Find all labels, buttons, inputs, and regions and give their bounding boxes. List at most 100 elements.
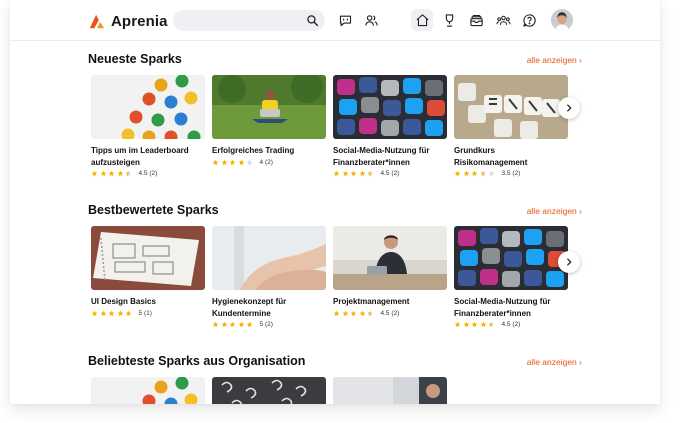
star-full-icon: [221, 159, 228, 166]
star-empty-icon: [246, 159, 253, 166]
card-thumbnail: [454, 226, 568, 290]
search-input[interactable]: [173, 10, 325, 31]
section-bestbewertete-sparks: Bestbewertete Sparks alle anzeigen › UI …: [88, 203, 582, 343]
chevron-right-icon: [567, 258, 572, 266]
star-full-icon: [480, 321, 487, 328]
section-title: Beliebteste Sparks aus Organisation: [88, 354, 306, 368]
card-thumbnail: [91, 377, 205, 404]
app-name: Aprenia: [111, 12, 168, 30]
nav-groups-button[interactable]: [492, 9, 514, 31]
card-thumbnail: [91, 226, 205, 290]
group-icon: [495, 15, 511, 25]
trophy-icon: [445, 13, 453, 27]
search-icon[interactable]: [306, 14, 319, 27]
card-thumbnail: [333, 226, 447, 290]
header-divider: [10, 40, 660, 41]
rating-count: (2): [391, 309, 400, 317]
rating-count: (2): [264, 321, 273, 328]
inbox-icon: [469, 14, 483, 26]
star-rating: [454, 170, 497, 177]
card-rating: 5 (1): [91, 310, 205, 317]
spark-card[interactable]: Social-Media-Nutzung für Finanzberater*i…: [454, 226, 568, 328]
nav-leaderboard-button[interactable]: [438, 9, 460, 31]
business-man-image: [333, 226, 447, 290]
show-all-link[interactable]: alle anzeigen ›: [527, 206, 582, 216]
section-beliebteste-sparks: Beliebteste Sparks aus Organisation alle…: [88, 354, 582, 404]
carousel-next-button[interactable]: [558, 251, 580, 273]
star-full-icon: [91, 310, 98, 317]
show-all-link[interactable]: alle anzeigen ›: [527, 55, 582, 65]
spark-card[interactable]: Grundkurs Risikomanagement 3.5 (2): [454, 75, 568, 177]
star-full-icon: [454, 321, 461, 328]
risk-dice-image: [454, 75, 568, 139]
section-title: Neueste Sparks: [88, 52, 182, 66]
star-full-icon: [100, 310, 107, 317]
chat-icon: [339, 15, 351, 26]
card-title: Grundkurs Risikomanagement: [454, 146, 528, 167]
card-thumbnail: [91, 75, 205, 139]
show-all-label: alle anzeigen: [526, 357, 577, 367]
spark-card[interactable]: Hygienekonzept für Kundentermine 5 (2): [212, 226, 326, 328]
star-empty-icon: [488, 170, 495, 177]
card-title: Tipps um im Leaderboard aufzusteigen: [91, 146, 189, 167]
question-marks-image: [212, 377, 326, 404]
star-full-icon: [221, 321, 228, 328]
card-thumbnail: [333, 75, 447, 139]
star-full-icon: [342, 170, 349, 177]
card-thumbnail: [212, 226, 326, 290]
spark-card[interactable]: [91, 377, 205, 404]
star-full-icon: [454, 170, 461, 177]
card-thumbnail: [212, 377, 326, 404]
badges-image: [91, 75, 205, 139]
star-rating: [454, 321, 497, 328]
show-all-label: alle anzeigen: [526, 206, 577, 216]
spark-card[interactable]: Projektmanagement 4.5 (2): [333, 226, 447, 317]
chevron-right-icon: [567, 104, 572, 112]
star-full-icon: [117, 170, 124, 177]
spark-card[interactable]: Tipps um im Leaderboard aufzusteigen 4.5…: [91, 75, 205, 177]
ui-sketch-image: [91, 226, 205, 290]
card-thumbnail: [454, 75, 568, 139]
card-title: Projektmanagement: [333, 297, 410, 306]
nav-help-button[interactable]: [518, 9, 540, 31]
spark-card[interactable]: UI Design Basics 5 (1): [91, 226, 205, 317]
rating-value: 4.5: [501, 321, 511, 328]
card-rating: 3.5 (2): [454, 170, 568, 177]
card-rating: 4.5 (2): [333, 310, 447, 317]
star-full-icon: [246, 321, 253, 328]
nav-people-button[interactable]: [360, 9, 382, 31]
star-rating: [212, 321, 255, 328]
rating-value: 4.5: [138, 170, 148, 177]
star-rating: [333, 310, 376, 317]
card-title: Social-Media-Nutzung für Finanzberater*i…: [454, 297, 551, 318]
rating-value: 5: [138, 309, 143, 317]
card-rating: 4.5 (2): [454, 321, 568, 328]
spark-card[interactable]: [212, 377, 326, 404]
nav-home-button[interactable]: [411, 9, 433, 31]
star-half-icon: [125, 170, 132, 177]
star-rating: [212, 159, 255, 166]
spark-card[interactable]: Social-Media-Nutzung für Finanzberater*i…: [333, 75, 447, 177]
show-all-link[interactable]: alle anzeigen ›: [527, 357, 582, 367]
rating-count: (1): [143, 309, 152, 317]
star-full-icon: [350, 310, 357, 317]
star-full-icon: [91, 170, 98, 177]
app-logo[interactable]: Aprenia: [88, 11, 168, 31]
user-avatar[interactable]: [551, 9, 573, 31]
star-full-icon: [471, 321, 478, 328]
star-full-icon: [463, 170, 470, 177]
card-title: Hygienekonzept für Kundentermine: [212, 297, 287, 318]
star-full-icon: [238, 321, 245, 328]
star-half-icon: [367, 310, 374, 317]
star-full-icon: [117, 310, 124, 317]
carousel-next-button[interactable]: [558, 97, 580, 119]
star-full-icon: [125, 310, 132, 317]
card-row: UI Design Basics 5 (1) Hygienekonzept fü…: [91, 226, 581, 356]
spark-card[interactable]: Erfolgreiches Trading 4 (2): [212, 75, 326, 166]
nav-chat-button[interactable]: [334, 9, 356, 31]
section-neueste-sparks: Neueste Sparks alle anzeigen › Tipps um …: [88, 52, 582, 192]
rating-value: 3.5: [501, 170, 511, 177]
avatar-image: [551, 9, 573, 31]
spark-card[interactable]: [333, 377, 447, 404]
nav-inbox-button[interactable]: [465, 9, 487, 31]
